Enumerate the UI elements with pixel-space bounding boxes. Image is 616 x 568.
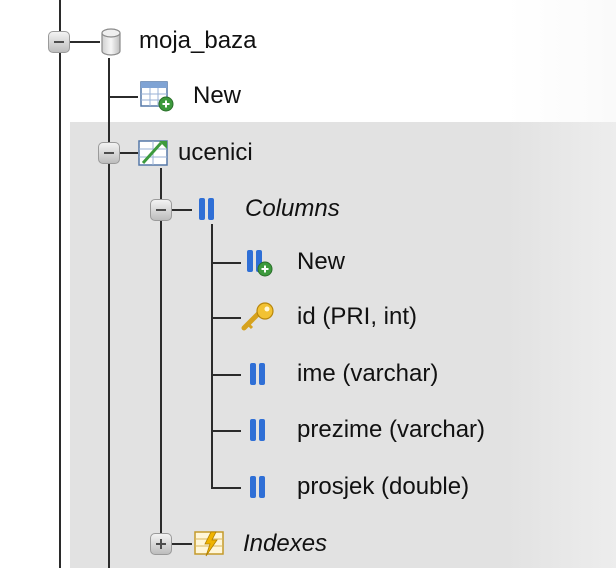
indexes-icon: [193, 528, 227, 558]
column-icon: [246, 359, 270, 389]
tree-connector: [172, 543, 192, 545]
database-label[interactable]: moja_baza: [139, 27, 256, 55]
tree-line: [108, 58, 110, 568]
table-new-icon: [139, 80, 175, 112]
column-new-icon: [243, 246, 277, 278]
table-structure-icon: [137, 137, 173, 169]
navigation-tree: moja_baza New ucenici Columns New id (PR…: [0, 0, 616, 568]
column-icon: [246, 415, 270, 445]
tree-connector: [211, 487, 241, 489]
selected-table-highlight: [70, 122, 616, 568]
columns-label[interactable]: Columns: [245, 195, 340, 223]
tree-connector: [120, 152, 138, 154]
expand-indexes-button[interactable]: [150, 533, 172, 555]
column-id-label[interactable]: id (PRI, int): [297, 303, 417, 331]
tree-connector: [108, 96, 138, 98]
database-icon: [98, 28, 124, 56]
tree-connector: [172, 209, 192, 211]
tree-connector: [211, 317, 241, 319]
tree-connector: [211, 430, 241, 432]
column-prezime-label[interactable]: prezime (varchar): [297, 416, 485, 444]
columns-icon: [195, 194, 219, 224]
key-icon: [240, 302, 280, 332]
column-prosjek-label[interactable]: prosjek (double): [297, 473, 469, 501]
column-icon: [246, 472, 270, 502]
new-table-label[interactable]: New: [193, 82, 241, 110]
tree-connector: [70, 41, 100, 43]
collapse-columns-button[interactable]: [150, 199, 172, 221]
tree-connector: [211, 374, 241, 376]
indexes-label[interactable]: Indexes: [243, 530, 327, 558]
collapse-database-button[interactable]: [48, 31, 70, 53]
table-label[interactable]: ucenici: [178, 139, 253, 167]
column-ime-label[interactable]: ime (varchar): [297, 360, 438, 388]
tree-line: [59, 0, 61, 568]
new-column-label[interactable]: New: [297, 248, 345, 276]
tree-connector: [211, 262, 241, 264]
tree-line: [160, 168, 162, 548]
collapse-table-button[interactable]: [98, 142, 120, 164]
